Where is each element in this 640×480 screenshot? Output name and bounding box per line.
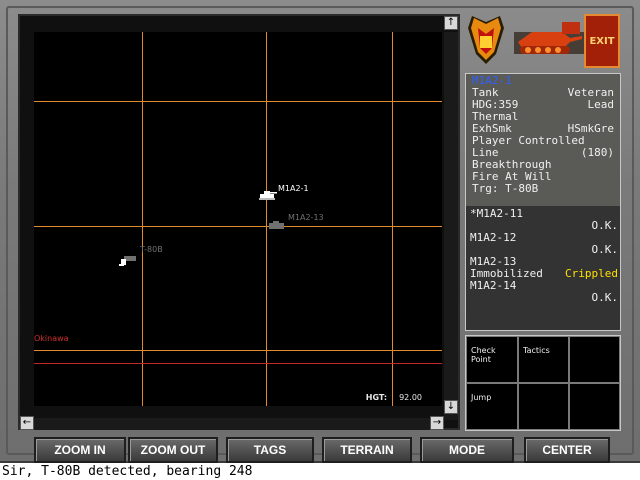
enemy-tank-icon[interactable]: [118, 254, 138, 268]
list-item[interactable]: *M1A2-11 O.K.: [470, 208, 618, 232]
command-grid: Check Point Tactics Jump: [465, 335, 621, 431]
damaged-tank-icon[interactable]: [268, 221, 286, 231]
tactical-map-panel: M1A2-1 M1A2-13 T-80B Okinawa HGT: 92.00 ↑…: [18, 14, 460, 430]
list-item[interactable]: M1A2-13 Immobilized Crippled: [470, 256, 618, 280]
emblem-icon: [468, 16, 584, 64]
grid-line: [34, 226, 442, 227]
unit-label-t-80b: T-80B: [140, 245, 163, 254]
list-item[interactable]: M1A2-14 O.K.: [470, 280, 618, 304]
list-item[interactable]: M1A2-12 O.K.: [470, 232, 618, 256]
scroll-down-button[interactable]: ↓: [444, 400, 458, 414]
grid-line: [34, 350, 442, 351]
jump-command[interactable]: Jump: [466, 383, 518, 430]
tags-button[interactable]: TAGS: [226, 437, 314, 463]
height-readout: HGT: 92.00: [366, 393, 422, 402]
mode-button[interactable]: MODE: [420, 437, 514, 463]
squad-member-status: Crippled: [565, 267, 618, 280]
message-bar: Sir, T-80B detected, bearing 248: [0, 463, 640, 480]
terrain-button[interactable]: TERRAIN: [322, 437, 412, 463]
checkpoint-command[interactable]: Check Point: [466, 336, 518, 383]
friendly-tank-icon[interactable]: [258, 190, 278, 202]
unit-target-row: Trg: T-80B: [472, 182, 539, 195]
empty-command-slot[interactable]: [569, 383, 620, 430]
scroll-right-button[interactable]: →: [430, 416, 444, 430]
tactics-command[interactable]: Tactics: [518, 336, 569, 383]
selected-unit-details: M1A2-1 Tank Veteran HDG:359 Lead Thermal E…: [466, 74, 620, 206]
zoom-out-button[interactable]: ZOOM OUT: [128, 437, 218, 463]
squad-member-status: O.K.: [591, 291, 619, 304]
zoom-in-button[interactable]: ZOOM IN: [34, 437, 126, 463]
empty-command-slot[interactable]: [569, 336, 620, 383]
tactical-map[interactable]: M1A2-1 M1A2-13 T-80B Okinawa HGT: 92.00: [34, 32, 442, 406]
empty-command-slot[interactable]: [518, 383, 569, 430]
squad-list: *M1A2-11 O.K. M1A2-12 O.K. M1A2-13 Immob…: [466, 208, 620, 330]
center-button[interactable]: CENTER: [524, 437, 610, 463]
region-label: Okinawa: [34, 334, 69, 343]
vertical-scrollbar[interactable]: [444, 32, 458, 420]
console-frame: M1A2-1 M1A2-13 T-80B Okinawa HGT: 92.00 ↑…: [0, 0, 640, 463]
horizontal-scrollbar[interactable]: [24, 418, 444, 430]
grid-line: [34, 101, 442, 102]
unit-label-m1a2-1: M1A2-1: [278, 184, 309, 193]
hgt-value: 92.00: [399, 393, 422, 402]
scroll-up-button[interactable]: ↑: [444, 16, 458, 30]
scroll-left-button[interactable]: ←: [20, 416, 34, 430]
region-boundary-line: [34, 363, 442, 364]
hgt-label: HGT:: [365, 393, 388, 402]
unit-label-m1a2-13: M1A2-13: [288, 213, 324, 222]
exit-button[interactable]: EXIT: [584, 14, 620, 68]
unit-info-panel: M1A2-1 Tank Veteran HDG:359 Lead Thermal E…: [465, 73, 621, 331]
